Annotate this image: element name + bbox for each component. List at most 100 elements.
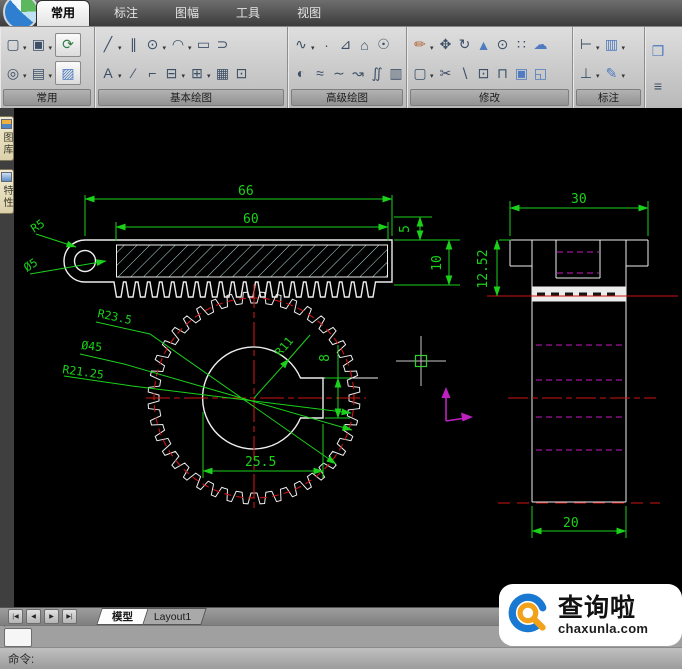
sketch-icon[interactable]: ⁄ — [125, 62, 143, 84]
open-file-dropdown-icon[interactable]: ▾ — [49, 44, 53, 52]
line-styles-icon[interactable]: ≡ — [649, 75, 667, 97]
erase-dropdown-icon[interactable]: ▾ — [430, 44, 434, 52]
command-input[interactable] — [4, 628, 32, 647]
circle-icon[interactable]: ⊙ — [144, 34, 162, 56]
arc-icon[interactable]: ◠ — [169, 34, 187, 56]
array-icon[interactable]: ∷ — [513, 34, 531, 56]
ribbon-group-label[interactable]: 常用 — [3, 89, 91, 106]
polyline-icon[interactable]: ⊃ — [214, 34, 232, 56]
titlebar: 常用 标注 图幅 工具 视图 — [0, 0, 682, 30]
preview-icon[interactable]: ⟳ — [55, 32, 82, 57]
side-tab-library[interactable]: 图库 — [0, 116, 14, 161]
sheet-nav-next-button[interactable]: ▶ — [44, 609, 59, 624]
watermark: 查询啦 chaxunla.com — [499, 584, 682, 646]
extend-icon[interactable]: ∖ — [456, 62, 474, 84]
dim-r5: R5 — [28, 216, 47, 235]
revision-cloud-icon[interactable]: ☁ — [532, 34, 550, 56]
arrow-line-icon[interactable]: ↝ — [349, 62, 367, 84]
hatch-icon[interactable]: ◐ — [292, 62, 310, 84]
leader-icon[interactable]: ⌐ — [144, 62, 162, 84]
ribbon-group-高级绘图: ∿ ▾ ∙ ⊿ ⌂ ☉ ◐ ≈ ∼ ↝ ∬ ▥ 高级绘图 — [288, 27, 407, 108]
ribbon-group-label[interactable]: 基本绘图 — [98, 89, 284, 106]
spline-dropdown-icon[interactable]: ▾ — [311, 44, 315, 52]
mirror-icon[interactable]: ▲ — [475, 34, 493, 56]
line-dropdown-icon[interactable]: ▾ — [118, 44, 122, 52]
dim-20: 20 — [563, 516, 579, 531]
ribbon-group-label[interactable]: 标注 — [576, 89, 641, 106]
curve-icon[interactable]: ∼ — [330, 62, 348, 84]
select-box-icon[interactable]: ▢ — [411, 62, 429, 84]
parallel-icon[interactable]: ∥ — [125, 34, 143, 56]
rectangle-icon[interactable]: ▭ — [195, 34, 213, 56]
ribbon-group-label[interactable]: 修改 — [410, 89, 569, 106]
new-file-icon[interactable]: ▢ — [4, 34, 22, 56]
pan-dropdown-icon[interactable]: ▾ — [49, 72, 53, 80]
dimension-dropdown-icon[interactable]: ▾ — [207, 72, 211, 80]
pan-icon[interactable]: ▤ — [30, 62, 48, 84]
circular-array-icon[interactable]: ⊙ — [494, 34, 512, 56]
sheet-nav-first-button[interactable]: |◀ — [8, 609, 23, 624]
polygon-icon[interactable]: ⌂ — [356, 34, 374, 56]
edit-annotation-icon[interactable]: ✎ — [603, 62, 621, 84]
side-tab-properties[interactable]: 特性 — [0, 169, 14, 214]
datum-icon[interactable]: ⊥ — [577, 62, 595, 84]
dim-r21-25: R21.25 — [62, 362, 105, 382]
line-icon[interactable]: ╱ — [99, 34, 117, 56]
cad-geometry — [29, 195, 678, 538]
paste-special-icon[interactable]: ❒ — [649, 40, 667, 62]
rotate-icon[interactable]: ↻ — [456, 34, 474, 56]
ellipse-icon[interactable]: ☉ — [375, 34, 393, 56]
sheet-tab-layout1[interactable]: Layout1 — [138, 607, 208, 625]
wave-line-icon[interactable]: ≈ — [311, 62, 329, 84]
break-icon[interactable]: ✂ — [437, 62, 455, 84]
arc-dropdown-icon[interactable]: ▾ — [188, 44, 192, 52]
formula-curve-icon[interactable]: ∬ — [368, 62, 386, 84]
new-file-dropdown-icon[interactable]: ▾ — [23, 44, 27, 52]
edit-annotation-dropdown-icon[interactable]: ▾ — [622, 72, 626, 80]
dimension-icon[interactable]: ⊞ — [188, 62, 206, 84]
side-panel-strip: 图库 特性 — [0, 108, 14, 607]
corner-icon[interactable]: ◱ — [532, 62, 550, 84]
text-dropdown-icon[interactable]: ▾ — [118, 72, 122, 80]
titlebar-tab-home[interactable]: 常用 — [36, 0, 91, 26]
circle-dropdown-icon[interactable]: ▾ — [163, 44, 167, 52]
stairs-icon[interactable]: ▥ — [387, 62, 405, 84]
zoom-dropdown-icon[interactable]: ▾ — [23, 72, 27, 80]
region-icon[interactable]: ⊡ — [233, 62, 251, 84]
drawing-canvas[interactable]: 66 60 5 10 R5 Ø5 R23.5 Ø45 R21.25 R11 8 … — [14, 108, 682, 607]
spline-icon[interactable]: ∿ — [292, 34, 310, 56]
stretch-icon[interactable]: ⊡ — [475, 62, 493, 84]
dim-12-52: 12.52 — [476, 249, 491, 288]
dim-r23-5: R23.5 — [96, 306, 133, 327]
titlebar-tab-annotate[interactable]: 标注 — [101, 0, 151, 26]
display-icon[interactable]: ▨ — [55, 61, 82, 86]
image-frame-icon[interactable]: ▥ — [603, 34, 621, 56]
grid-icon[interactable]: ▦ — [214, 62, 232, 84]
select-box-dropdown-icon[interactable]: ▾ — [430, 72, 434, 80]
point-icon[interactable]: ∙ — [318, 34, 336, 56]
titlebar-tab-view[interactable]: 视图 — [284, 0, 334, 26]
ribbon-group-label[interactable]: 高级绘图 — [291, 89, 403, 106]
sheet-nav-last-button[interactable]: ▶| — [62, 609, 77, 624]
move-icon[interactable]: ✥ — [437, 34, 455, 56]
angle-line-icon[interactable]: ⊿ — [337, 34, 355, 56]
zoom-icon[interactable]: ◎ — [4, 62, 22, 84]
app-window: 常用 标注 图幅 工具 视图 ▢ ▾ ▣ ▾ ⟳ ◎ ▾ ▤ ▾ ▨ 常用 ╱ ▾ ∥ ⊙ ▾ ◠ ▾ ▭ ⊃ A ▾ ⁄ ⌐ ⊟ ▾ ⊞ ▾… — [0, 0, 682, 669]
datum-dropdown-icon[interactable]: ▾ — [596, 72, 600, 80]
text-icon[interactable]: A — [99, 62, 117, 84]
table-dropdown-icon[interactable]: ▾ — [182, 72, 186, 80]
titlebar-tab-tools[interactable]: 工具 — [223, 0, 273, 26]
dim-8: 8 — [318, 354, 333, 362]
sheet-nav-prev-button[interactable]: ◀ — [26, 609, 41, 624]
command-prompt-label: 命令: — [8, 653, 35, 666]
linear-dimension-dropdown-icon[interactable]: ▾ — [596, 44, 600, 52]
table-icon[interactable]: ⊟ — [163, 62, 181, 84]
crop-icon[interactable]: ⊓ — [494, 62, 512, 84]
image-frame-dropdown-icon[interactable]: ▾ — [622, 44, 626, 52]
titlebar-tab-sheet[interactable]: 图幅 — [162, 0, 212, 26]
copy-object-icon[interactable]: ▣ — [513, 62, 531, 84]
erase-icon[interactable]: ✏ — [411, 34, 429, 56]
linear-dimension-icon[interactable]: ⊢ — [577, 34, 595, 56]
sheet-tab-model[interactable]: 模型 — [96, 607, 149, 625]
open-file-icon[interactable]: ▣ — [30, 34, 48, 56]
